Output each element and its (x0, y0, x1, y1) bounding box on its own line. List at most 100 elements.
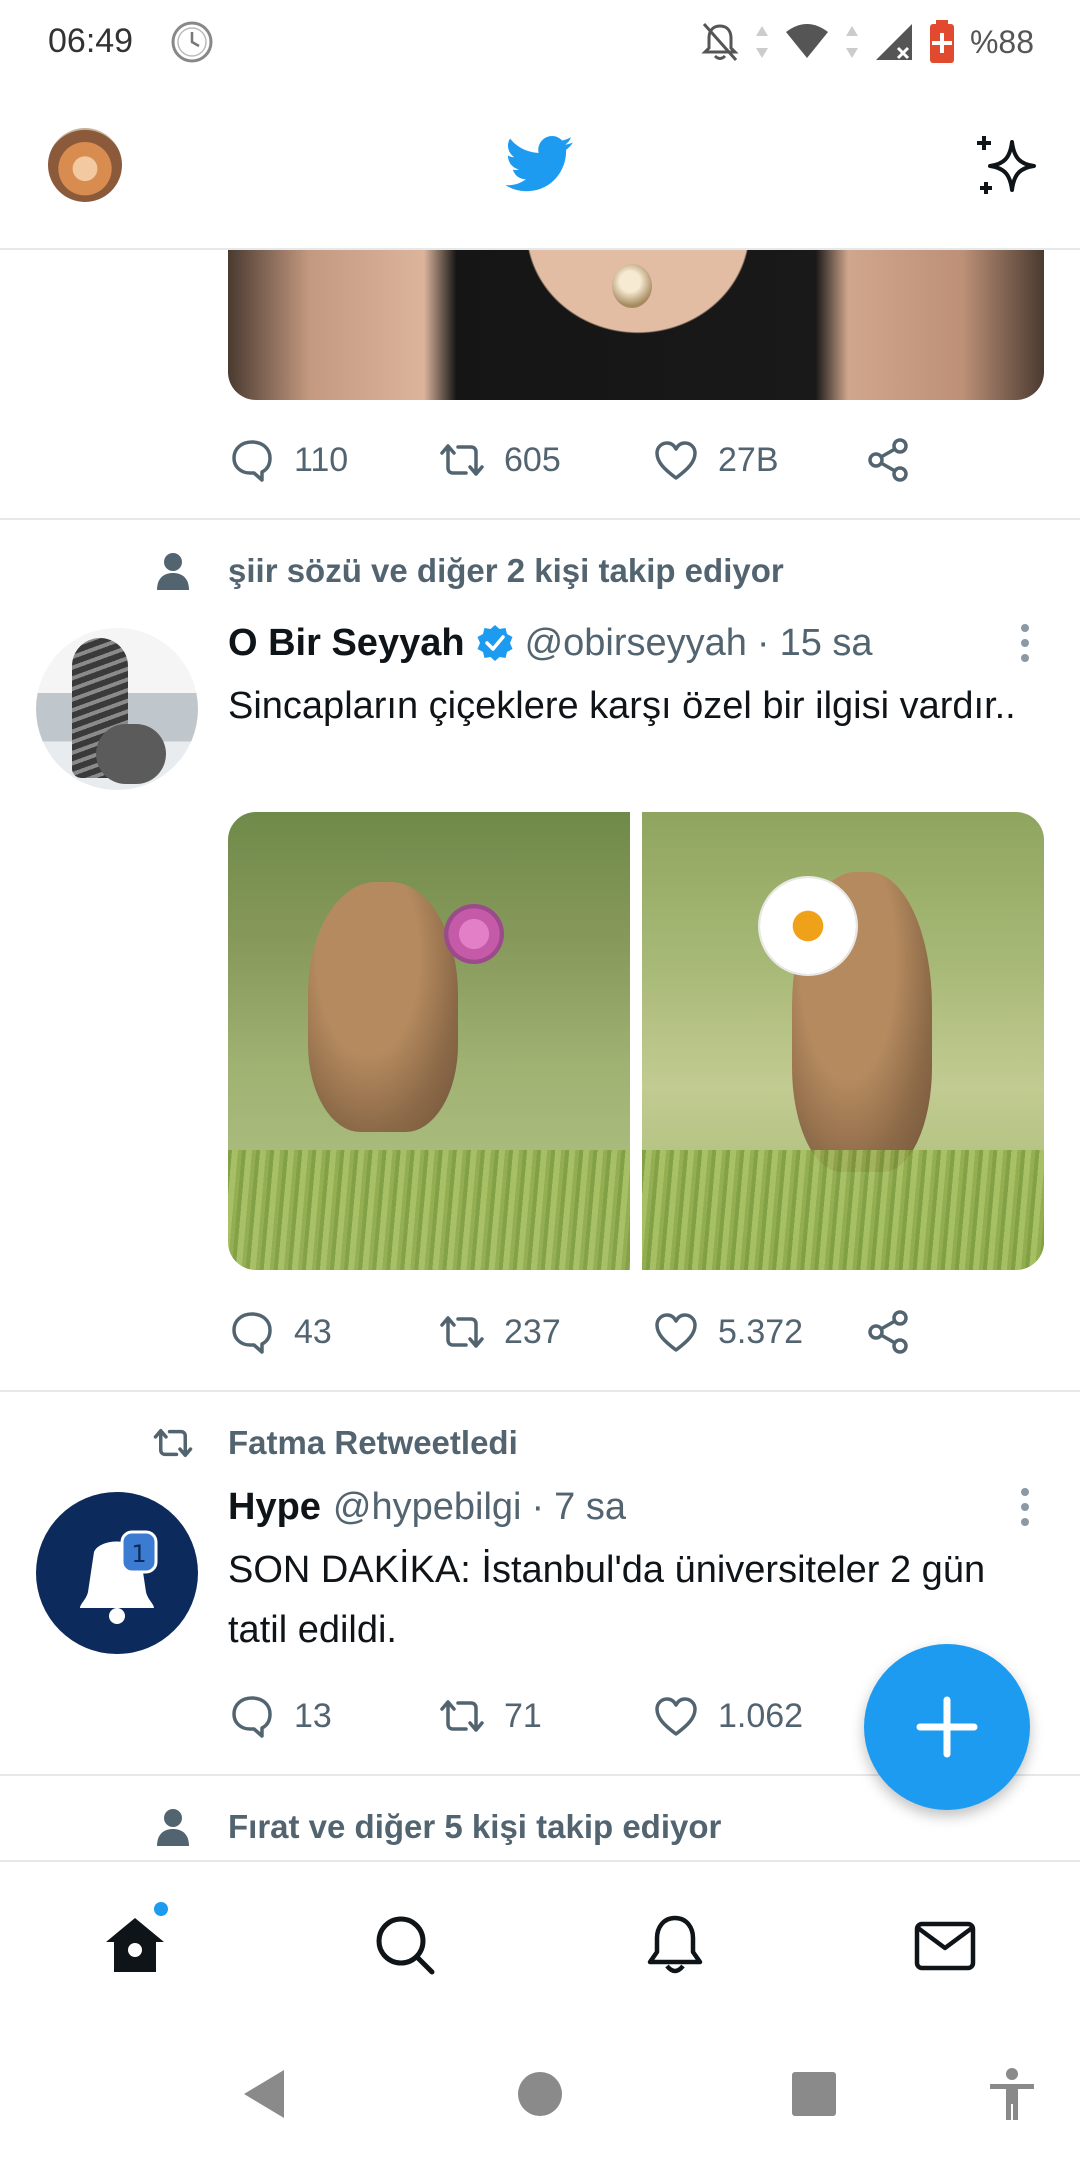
author-name[interactable]: Hype (228, 1486, 321, 1529)
signal-icon (875, 24, 912, 60)
new-items-indicator (152, 1900, 170, 1918)
separator: · (531, 1485, 545, 1528)
like-count: 1.062 (718, 1696, 804, 1735)
retweet-icon (440, 1700, 484, 1732)
retweet-icon (440, 1316, 484, 1348)
profile-avatar[interactable] (48, 128, 122, 202)
system-navigation-bar (0, 2028, 1080, 2160)
heart-icon (655, 1313, 697, 1352)
data-arrows-icon (755, 26, 768, 58)
home-circle-icon[interactable] (510, 2064, 570, 2124)
tweet-divider (0, 1390, 1080, 1392)
reply-count: 110 (294, 440, 349, 479)
recents-icon[interactable] (784, 2064, 844, 2124)
like-count: 27B (718, 440, 779, 479)
tweet-actions: 13 71 1.062 (228, 1686, 928, 1746)
more-options-icon[interactable] (1010, 1480, 1040, 1534)
tweet-author-avatar[interactable] (36, 628, 198, 790)
share-button[interactable] (864, 430, 912, 490)
wifi-icon (785, 24, 828, 58)
heart-icon (655, 1697, 697, 1736)
author-handle: @obirseyyah (524, 621, 747, 664)
status-icons: %88 (700, 18, 1034, 66)
sparkle-timeline-icon[interactable] (972, 130, 1042, 200)
tweet-media-image[interactable] (228, 250, 1044, 400)
back-icon[interactable] (236, 2064, 296, 2124)
separator: · (756, 621, 770, 664)
tweet-photo[interactable] (228, 812, 630, 1270)
compose-tweet-button[interactable] (864, 1644, 1030, 1810)
author-name[interactable]: O Bir Seyyah (228, 622, 465, 665)
person-icon (157, 1809, 189, 1846)
retweet-button[interactable]: 605 (438, 430, 561, 490)
social-context-text: Fırat ve diğer 5 kişi takip ediyor (228, 1808, 722, 1845)
reply-button[interactable]: 110 (228, 430, 348, 490)
avatar-badge: 1 (131, 1540, 146, 1568)
heart-icon (655, 441, 697, 480)
bell-icon: 1 (80, 1530, 158, 1624)
battery-percent: %88 (969, 23, 1034, 60)
tweet-text: Sincapların çiçeklere karşı özel bir ilg… (228, 685, 1016, 727)
tweet-header: O Bir Seyyah @obirseyyah · 15 sa (228, 616, 873, 670)
status-time: 06:49 (48, 22, 134, 60)
tweet-divider (0, 518, 1080, 520)
tweet-time: 15 sa (779, 621, 873, 664)
bottom-navigation (0, 1860, 1080, 2028)
tweet-photo[interactable] (642, 812, 1044, 1270)
social-context-text: şiir sözü ve diğer 2 kişi takip ediyor (228, 552, 784, 589)
social-context[interactable]: şiir sözü ve diğer 2 kişi takip ediyor (0, 546, 1080, 596)
battery-icon (929, 20, 954, 63)
nav-search[interactable] (372, 1912, 438, 1978)
retweet-button[interactable]: 71 (438, 1686, 542, 1746)
social-context[interactable]: Fırat ve diğer 5 kişi takip ediyor (0, 1802, 1080, 1852)
messages-icon (914, 1921, 976, 1971)
twitter-bird-icon[interactable] (506, 134, 574, 194)
top-app-bar (0, 84, 1080, 250)
home-icon (106, 1918, 164, 1972)
accessibility-icon[interactable] (982, 2064, 1042, 2124)
share-button[interactable] (864, 1302, 912, 1362)
retweet-icon (153, 1429, 193, 1457)
reply-icon (232, 1696, 272, 1738)
social-context-text: Fatma Retweetledi (228, 1424, 518, 1461)
reply-button[interactable]: 13 (228, 1686, 332, 1746)
retweet-count: 71 (504, 1696, 542, 1735)
tweet-actions: 43 237 5.372 (228, 1302, 928, 1362)
reply-icon (232, 1312, 272, 1354)
timeline-feed[interactable]: 110 605 27B şiir sözü ve diğer 2 kişi ta… (0, 250, 1080, 1860)
retweet-count: 237 (504, 1312, 561, 1351)
nav-home[interactable] (102, 1912, 168, 1978)
like-button[interactable]: 1.062 (652, 1686, 803, 1746)
tweet-author-avatar[interactable]: 1 (36, 1492, 198, 1654)
social-context[interactable]: Fatma Retweetledi (0, 1418, 1080, 1468)
tweet-header: Hype @hypebilgi · 7 sa (228, 1480, 626, 1534)
like-button[interactable]: 5.372 (652, 1302, 803, 1362)
tweet-photo-grid (228, 812, 1044, 1270)
like-button[interactable]: 27B (652, 430, 779, 490)
reply-icon (232, 440, 272, 482)
data-arrows-icon (845, 26, 858, 58)
notifications-icon (647, 1915, 703, 1974)
clock-icon (171, 21, 213, 63)
retweet-icon (440, 444, 484, 476)
verified-badge-icon (477, 625, 513, 661)
status-bar: 06:49 %88 (0, 0, 1080, 84)
reply-count: 13 (294, 1696, 332, 1735)
reply-count: 43 (294, 1312, 332, 1351)
notifications-muted-icon (701, 23, 739, 61)
nav-notifications[interactable] (642, 1912, 708, 1978)
plus-icon (916, 1696, 978, 1758)
retweet-button[interactable]: 237 (438, 1302, 561, 1362)
reply-button[interactable]: 43 (228, 1302, 332, 1362)
search-icon (376, 1916, 435, 1975)
tweet-time: 7 sa (554, 1485, 626, 1528)
tweet-text: SON DAKİKA: İstanbul'da üniversiteler 2 … (228, 1549, 986, 1651)
author-handle: @hypebilgi (332, 1485, 522, 1528)
nav-messages[interactable] (912, 1912, 978, 1978)
retweet-count: 605 (504, 440, 561, 479)
share-icon (868, 1310, 908, 1354)
like-count: 5.372 (718, 1312, 804, 1351)
share-icon (868, 438, 908, 482)
more-options-icon[interactable] (1010, 616, 1040, 670)
tweet-actions: 110 605 27B (228, 430, 928, 490)
